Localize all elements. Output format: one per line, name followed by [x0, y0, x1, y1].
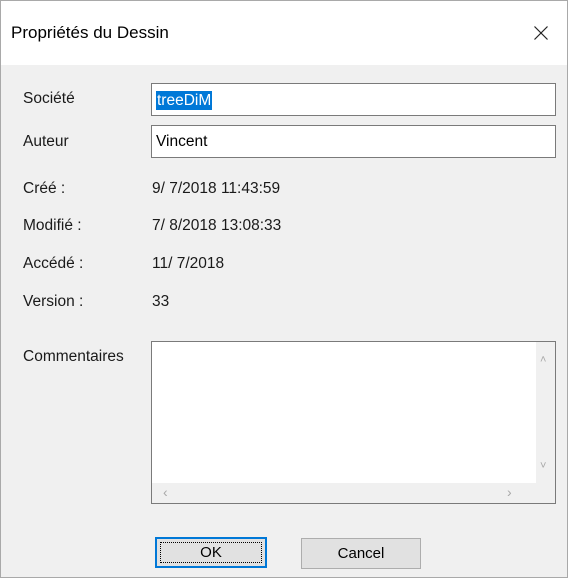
accede-value: 11/ 7/2018	[152, 255, 225, 272]
cree-value: 9/ 7/2018 11:43:59	[152, 180, 281, 197]
commentaires-textarea-box[interactable]: ˄ ˅ ‹ ›	[151, 341, 556, 504]
cancel-label: Cancel	[337, 545, 385, 562]
auteur-label: Auteur	[23, 133, 69, 150]
focus-ring	[160, 542, 262, 563]
commentaires-label: Commentaires	[23, 348, 124, 365]
title-bar: Propriétés du Dessin	[1, 1, 567, 65]
societe-field[interactable]: treeDiM	[151, 83, 556, 116]
chevron-up-icon[interactable]: ˄	[540, 354, 546, 366]
vertical-scrollbar[interactable]: ˄ ˅	[536, 342, 555, 483]
auteur-input[interactable]	[152, 126, 555, 157]
properties-dialog: Propriétés du Dessin Société treeDiM Aut…	[0, 0, 568, 578]
commentaires-textarea[interactable]	[152, 342, 537, 483]
close-button[interactable]	[521, 13, 561, 53]
chevron-right-icon[interactable]: ›	[507, 485, 512, 499]
close-icon	[534, 26, 548, 40]
societe-value[interactable]: treeDiM	[156, 91, 213, 110]
version-label: Version :	[23, 293, 84, 310]
auteur-field[interactable]	[151, 125, 556, 158]
dialog-title: Propriétés du Dessin	[11, 23, 169, 42]
horizontal-scrollbar[interactable]: ‹ ›	[152, 483, 538, 503]
chevron-left-icon[interactable]: ‹	[163, 485, 168, 499]
modifie-value: 7/ 8/2018 13:08:33	[152, 217, 282, 234]
cancel-button[interactable]: Cancel	[301, 538, 421, 569]
accede-label: Accédé :	[23, 255, 84, 272]
modifie-label: Modifié :	[23, 217, 82, 234]
version-value: 33	[152, 293, 170, 310]
chevron-down-icon[interactable]: ˅	[540, 460, 546, 472]
ok-button[interactable]: OK	[155, 537, 267, 568]
cree-label: Créé :	[23, 180, 66, 197]
societe-label: Société	[23, 90, 75, 107]
scrollbar-corner	[536, 483, 555, 503]
